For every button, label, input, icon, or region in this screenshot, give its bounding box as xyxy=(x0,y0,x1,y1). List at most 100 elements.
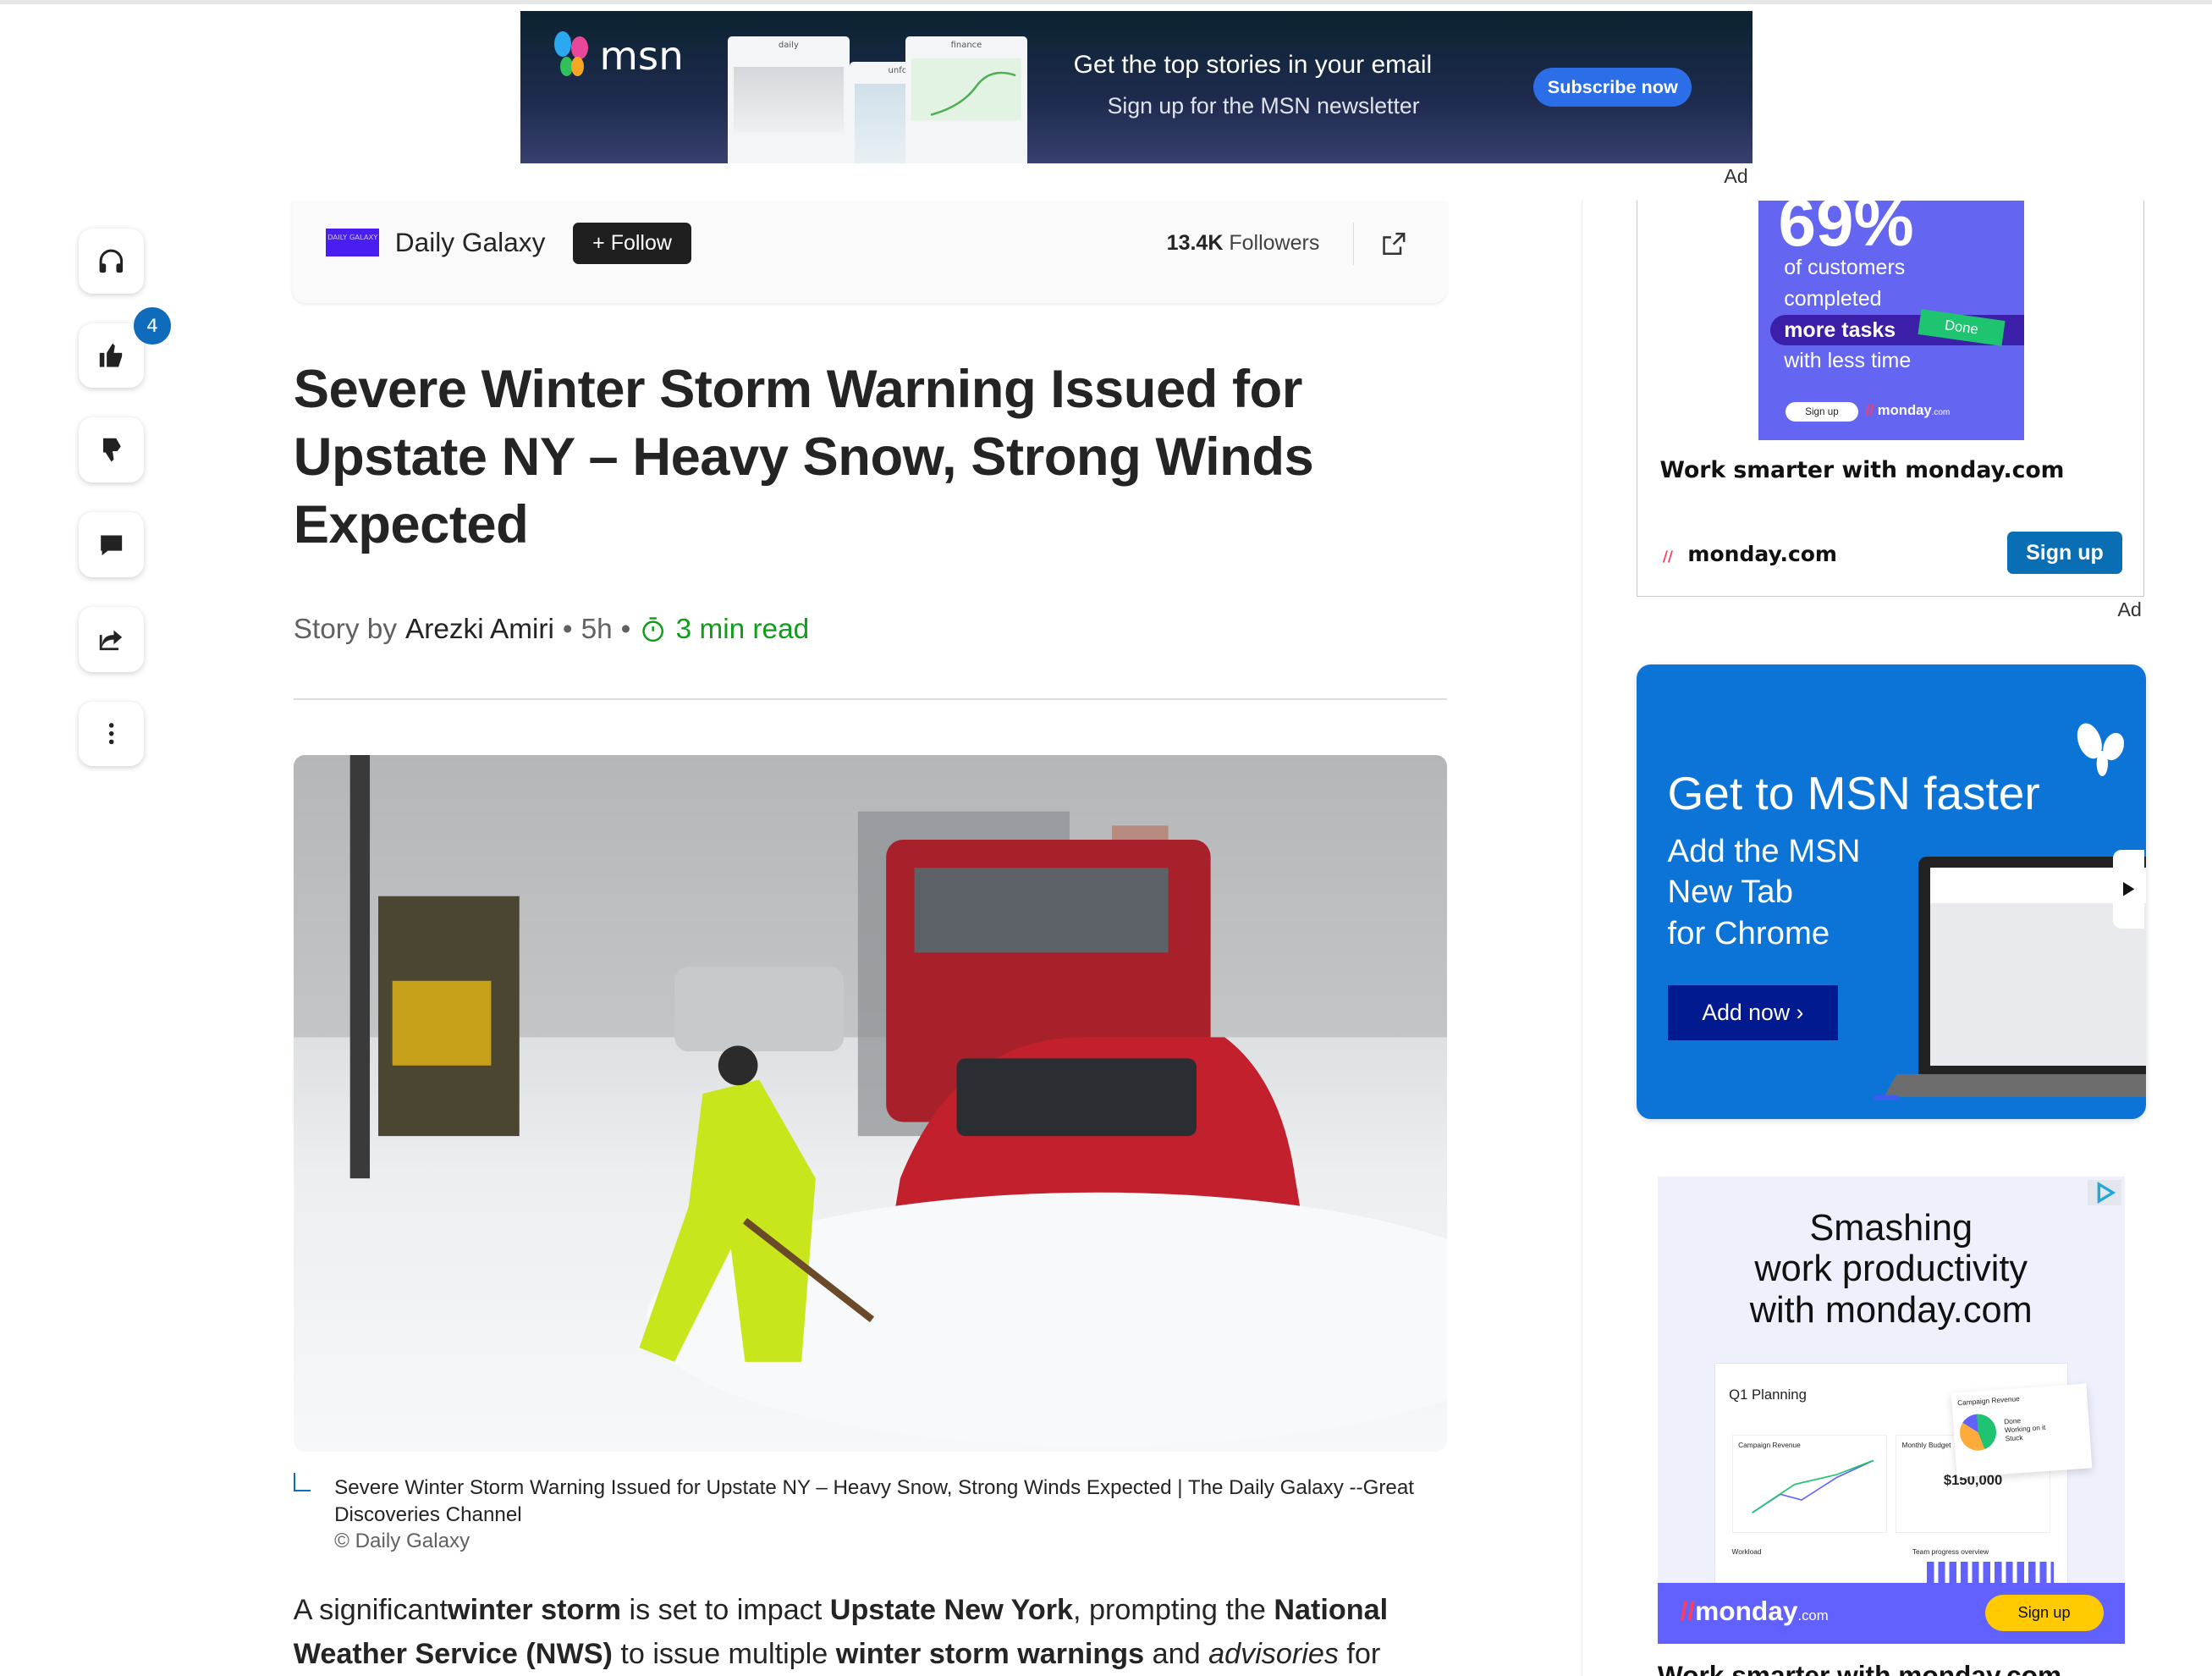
read-time: 3 min read xyxy=(675,614,810,646)
ad-line: for Chrome xyxy=(1667,914,1830,951)
ad-headline[interactable]: Work smarter with monday.com xyxy=(1658,1660,2061,1676)
open-external-icon[interactable] xyxy=(1379,230,1407,258)
more-icon xyxy=(108,723,114,745)
top-divider xyxy=(0,0,2212,4)
caption-text: Severe Winter Storm Warning Issued for U… xyxy=(334,1476,1414,1526)
comment-icon xyxy=(101,535,123,555)
article-title: Severe Winter Storm Warning Issued for U… xyxy=(293,360,1314,555)
body-text-run: Upstate New York xyxy=(829,1594,1074,1627)
msn-butterfly-icon xyxy=(2077,723,2124,776)
ad-headline-line: with monday.com xyxy=(1749,1289,2033,1331)
more-options-button[interactable] xyxy=(79,701,145,767)
monday-ad-card[interactable]: 69% of customers completed more tasks wi… xyxy=(1636,200,2145,597)
monday-ad-image[interactable]: 69% of customers completed more tasks wi… xyxy=(1758,200,2024,441)
advertiser-name: monday.com xyxy=(1687,542,1837,567)
article-body: A significantwinter storm is set to impa… xyxy=(294,1589,1422,1676)
column-divider xyxy=(1581,200,1583,1676)
widget-title: Campaign Revenue xyxy=(1956,1394,2020,1408)
share-icon xyxy=(99,630,123,650)
article-hero-image[interactable] xyxy=(293,754,1448,1453)
comment-button[interactable] xyxy=(79,512,145,577)
ad-line: completed xyxy=(1784,287,1882,311)
ad-small-signup: Sign up xyxy=(1785,402,1859,422)
body-text-run: , prompting the xyxy=(1073,1594,1274,1627)
ad-footer: //monday.com Sign up xyxy=(1657,1583,2125,1645)
signup-button[interactable]: Sign up xyxy=(2006,532,2123,575)
ad-line: of customers xyxy=(1784,256,1906,280)
ad-line: Add the MSN xyxy=(1667,832,1861,869)
widget-title: Team progress overview xyxy=(1912,1547,1989,1557)
followers-number: 13.4K xyxy=(1166,231,1224,256)
article-age: 5h xyxy=(581,614,613,646)
legend-item: Stuck xyxy=(2005,1433,2023,1444)
add-now-button[interactable]: Add now › xyxy=(1667,984,1839,1040)
body-text-run: to issue multiple xyxy=(612,1637,836,1670)
ad-line: with less time xyxy=(1784,349,1912,373)
brand-name: monday xyxy=(1695,1596,1798,1627)
signup-button[interactable]: Sign up xyxy=(1984,1594,2104,1632)
publisher-name[interactable]: Daily Galaxy xyxy=(395,227,546,258)
carousel-indicator[interactable] xyxy=(1873,1094,1899,1101)
phone-label: finance xyxy=(950,41,982,51)
dashboard-title: Q1 Planning xyxy=(1729,1387,1807,1403)
timer-icon xyxy=(642,617,664,642)
brand-suffix: .com xyxy=(1797,1607,1829,1624)
body-text-run: winter storm xyxy=(448,1594,622,1627)
separator-dot: • xyxy=(562,614,573,646)
body-text-run: advisories xyxy=(1208,1637,1339,1670)
image-credit: © Daily Galaxy xyxy=(334,1530,470,1553)
follow-button[interactable]: + Follow xyxy=(572,223,692,264)
msn-butterfly-icon xyxy=(552,30,594,82)
adchoices-icon[interactable] xyxy=(2088,1179,2122,1205)
followers-label: Followers xyxy=(1229,231,1320,256)
ad-headline[interactable]: Work smarter with monday.com xyxy=(1660,457,2065,483)
body-text-run: is set to impact xyxy=(621,1594,830,1627)
body-text-run: winter storm warnings xyxy=(835,1637,1145,1670)
ad-headline-line: Smashing xyxy=(1809,1208,1973,1249)
msn-newsletter-banner-ad[interactable]: msn daily unfold finance Get the top sto… xyxy=(520,11,1753,164)
author-name[interactable]: Arezki Amiri xyxy=(405,614,554,646)
body-text-run: and xyxy=(1144,1637,1209,1670)
divider xyxy=(1352,223,1355,266)
msn-brand-text: msn xyxy=(599,33,684,80)
campaign-revenue-popup: Campaign Revenue Done Working on it Stuck xyxy=(1951,1383,2093,1478)
play-icon xyxy=(2122,881,2135,896)
headphones-icon xyxy=(99,249,124,273)
phone-label: daily xyxy=(778,41,799,51)
publisher-logo-text: DAILY GALAXY xyxy=(327,233,378,242)
thumbs-down-icon xyxy=(102,438,121,462)
publisher-logo[interactable]: DAILY GALAXY xyxy=(326,229,380,257)
msn-chrome-ad[interactable]: Get to MSN faster Add the MSN New Tab fo… xyxy=(1636,664,2146,1119)
story-by-label: Story by xyxy=(293,614,397,646)
listen-button[interactable] xyxy=(79,229,145,294)
ad-small-brand-suffix: .com xyxy=(1931,408,1951,418)
chevron-right-icon: › xyxy=(1796,999,1804,1025)
like-count-badge: 4 xyxy=(134,307,171,345)
phone-mockup-daily: daily xyxy=(728,36,850,164)
banner-subline: Sign up for the MSN newsletter xyxy=(1107,93,1420,119)
carousel-next-button[interactable] xyxy=(2113,849,2144,929)
like-button[interactable] xyxy=(79,323,145,389)
monday-logo-icon: // xyxy=(1680,1596,1696,1627)
widget-title: Campaign Revenue xyxy=(1738,1441,1801,1450)
ad-label: Ad xyxy=(1724,165,1748,188)
divider xyxy=(293,698,1448,700)
dislike-button[interactable] xyxy=(79,417,145,483)
body-text-run: for xyxy=(1338,1637,1381,1670)
banner-headline: Get the top stories in your email xyxy=(1073,51,1433,79)
thumbs-up-icon xyxy=(99,344,123,367)
subscribe-now-button[interactable]: Subscribe now xyxy=(1533,68,1692,107)
ad-headline: Get to MSN faster xyxy=(1667,767,2040,820)
add-now-label: Add now xyxy=(1702,999,1791,1025)
byline: Story by Arezki Amiri • 5h • 3 min read xyxy=(294,614,809,646)
monday-banner-ad[interactable]: Smashing work productivity with monday.c… xyxy=(1657,1177,2125,1645)
followers-count: 13.4K Followers xyxy=(1167,231,1320,256)
laptop-mockup xyxy=(1918,856,2146,1083)
ad-label: Ad xyxy=(2117,598,2142,620)
share-button[interactable] xyxy=(79,606,145,672)
snow-scene-image xyxy=(293,754,1448,1447)
laptop-base xyxy=(1884,1073,2146,1097)
monday-logo-icon: // xyxy=(1662,549,1673,565)
body-text-run: A significant xyxy=(293,1594,448,1627)
ad-headline-line: work productivity xyxy=(1754,1249,2028,1290)
